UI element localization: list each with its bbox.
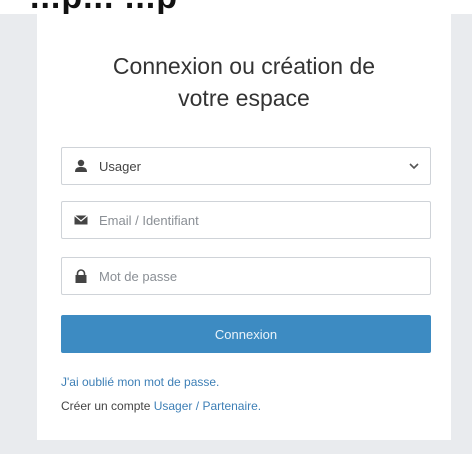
password-placeholder: Mot de passe <box>99 269 178 284</box>
account-type-select[interactable]: Usager <box>61 147 431 185</box>
top-banner-fragment: ...p... ...p <box>0 0 472 14</box>
account-type-selected: Usager <box>99 159 141 174</box>
banner-text-fragment: ...p... ...p <box>30 0 178 14</box>
create-account-prefix: Créer un compte <box>61 399 151 413</box>
chevron-down-icon <box>409 163 419 170</box>
forgot-password-link[interactable]: J'ai oublié mon mot de passe. <box>61 375 219 389</box>
page-title: Connexion ou création de votre espace <box>37 50 451 114</box>
title-line-1: Connexion ou création de <box>112 53 376 79</box>
create-account-line: Créer un compte Usager / Partenaire. <box>61 399 261 413</box>
user-icon <box>75 159 87 172</box>
login-button[interactable]: Connexion <box>61 315 431 353</box>
email-placeholder: Email / Identifiant <box>99 213 199 228</box>
title-line-2: votre espace <box>178 85 310 111</box>
lock-icon <box>75 269 87 283</box>
signup-usager-link[interactable]: Usager <box>154 399 193 413</box>
signup-partenaire-link[interactable]: Partenaire. <box>202 399 261 413</box>
email-field[interactable]: Email / Identifiant <box>61 201 431 239</box>
login-card: Connexion ou création de votre espace Us… <box>37 14 451 440</box>
envelope-icon <box>74 215 88 225</box>
signup-separator: / <box>195 399 200 413</box>
password-field[interactable]: Mot de passe <box>61 257 431 295</box>
